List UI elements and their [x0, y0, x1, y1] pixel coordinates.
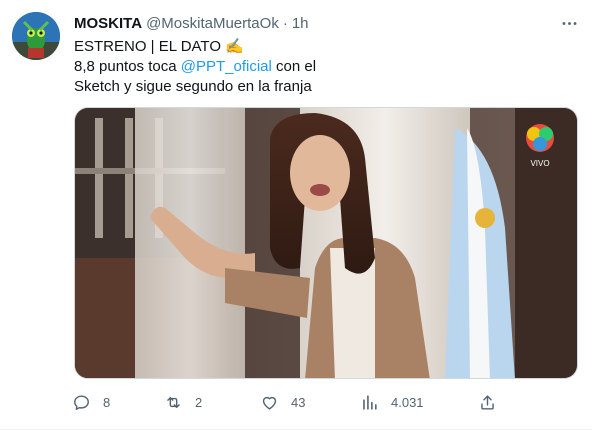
like-count: 43 [291, 394, 306, 410]
reply-count: 8 [103, 394, 111, 410]
mention-link[interactable]: @PPT_oficial [181, 58, 272, 75]
retweet-count: 2 [195, 394, 203, 410]
user-handle[interactable]: @MoskitaMuertaOk [146, 15, 279, 32]
tweet-text-line-2: 8,8 puntos toca @PPT_oficial con el [74, 57, 574, 77]
share-icon [481, 394, 494, 410]
avatar-image [12, 12, 60, 60]
more-icon [562, 21, 576, 25]
views-button[interactable]: 4.031 [360, 390, 424, 414]
retweet-icon [167, 396, 180, 408]
action-bar: 8 2 43 4.031 [64, 390, 510, 414]
reply-button[interactable]: 8 [72, 390, 110, 414]
live-badge: VIVO [530, 159, 549, 168]
display-name[interactable]: MOSKITA [74, 15, 142, 32]
tweet-header: MOSKITA @MoskitaMuertaOk · 1h [74, 13, 309, 33]
tweet[interactable]: MOSKITA @MoskitaMuertaOk · 1h ESTRENO | … [0, 0, 592, 430]
like-button[interactable]: 43 [260, 390, 305, 414]
views-count: 4.031 [391, 394, 424, 410]
like-icon [262, 396, 277, 410]
retweet-button[interactable]: 2 [164, 390, 202, 414]
reply-icon [74, 394, 89, 410]
tweet-media[interactable]: VIVO [74, 107, 578, 379]
tweet-text-segment: 8,8 puntos toca [74, 58, 181, 75]
timestamp[interactable]: 1h [292, 15, 309, 32]
media-image: VIVO [75, 108, 577, 378]
more-options-button[interactable] [556, 12, 582, 34]
views-icon [363, 394, 377, 410]
tweet-text: ESTRENO | EL DATO ✍ 8,8 puntos toca @PPT… [74, 37, 574, 97]
tweet-text-line-3: Sketch y sigue segundo en la franja [74, 78, 312, 95]
share-button[interactable] [478, 390, 497, 414]
tweet-text-segment: con el [271, 58, 317, 75]
avatar[interactable] [12, 12, 60, 60]
separator-dot: · [282, 14, 288, 32]
tweet-text-line-1: ESTRENO | EL DATO ✍ [74, 38, 244, 55]
